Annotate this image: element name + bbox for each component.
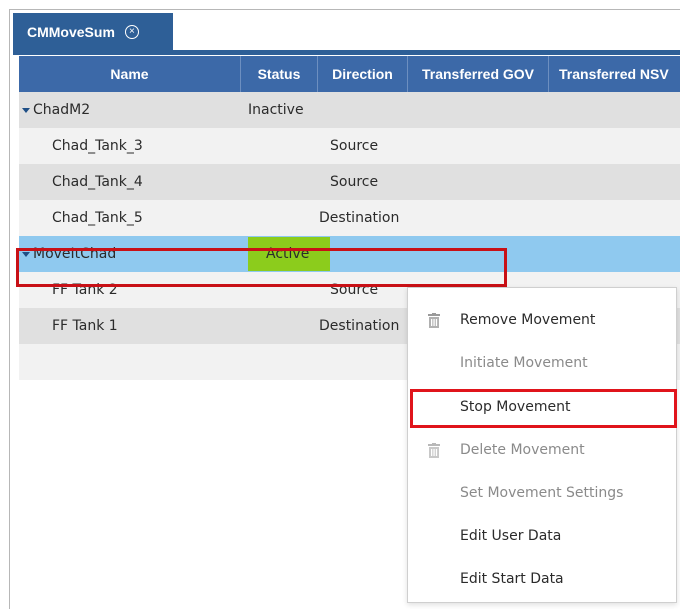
column-header-transferred-gov[interactable]: Transferred GOV — [408, 56, 549, 92]
expand-caret-icon[interactable] — [22, 107, 30, 113]
menu-item-initiate-movement[interactable]: Initiate Movement — [408, 343, 676, 383]
menu-item-edit-start-data[interactable]: Edit Start Data — [408, 559, 676, 599]
menu-item-label: Delete Movement — [460, 442, 585, 458]
column-header-transferred-nsv[interactable]: Transferred NSV — [549, 56, 680, 92]
close-icon[interactable]: × — [124, 24, 139, 39]
row-highlight-box — [16, 248, 507, 287]
column-header-status[interactable]: Status — [241, 56, 318, 92]
table-row[interactable]: Chad_Tank_4 Source — [19, 164, 680, 200]
table-row[interactable]: Chad_Tank_3 Source — [19, 128, 680, 164]
trash-icon — [428, 443, 440, 458]
context-menu: Remove Movement Initiate Movement Stop M… — [407, 287, 677, 603]
status-cell: Inactive — [248, 102, 304, 118]
tab-bar: CMMoveSum × — [10, 10, 680, 56]
tab-title: CMMoveSum — [27, 23, 115, 40]
trash-icon — [428, 313, 440, 328]
grid-header: Name Status Direction Transferred GOV Tr… — [19, 56, 680, 92]
direction-cell: Destination — [319, 318, 400, 334]
direction-cell: Source — [330, 138, 379, 154]
column-header-direction[interactable]: Direction — [318, 56, 408, 92]
name-cell: FF Tank 1 — [52, 318, 118, 334]
menu-item-delete-movement[interactable]: Delete Movement — [408, 430, 676, 470]
name-cell: Chad_Tank_3 — [52, 138, 143, 154]
tab-underline — [13, 50, 680, 55]
menu-item-label: Remove Movement — [460, 312, 596, 328]
column-header-name[interactable]: Name — [19, 56, 241, 92]
menu-item-set-movement-settings[interactable]: Set Movement Settings — [408, 473, 676, 513]
window-frame: CMMoveSum × Name Status Direction Transf… — [9, 9, 680, 609]
menu-item-edit-user-data[interactable]: Edit User Data — [408, 516, 676, 556]
name-cell: Chad_Tank_5 — [52, 210, 143, 226]
menu-item-label: Edit User Data — [460, 528, 562, 544]
menu-item-label: Initiate Movement — [460, 355, 588, 371]
menu-item-label: Edit Start Data — [460, 571, 564, 587]
direction-cell: Source — [330, 174, 379, 190]
menu-item-label: Set Movement Settings — [460, 485, 624, 501]
table-row[interactable]: ChadM2 Inactive — [19, 92, 680, 128]
name-cell: ChadM2 — [22, 92, 90, 128]
table-row[interactable]: Chad_Tank_5 Destination — [19, 200, 680, 236]
menu-item-remove-movement[interactable]: Remove Movement — [408, 300, 676, 340]
direction-cell: Destination — [319, 210, 400, 226]
tab-cmmovesum[interactable]: CMMoveSum × — [13, 13, 173, 50]
name-cell: Chad_Tank_4 — [52, 174, 143, 190]
menu-highlight-box — [410, 389, 677, 428]
